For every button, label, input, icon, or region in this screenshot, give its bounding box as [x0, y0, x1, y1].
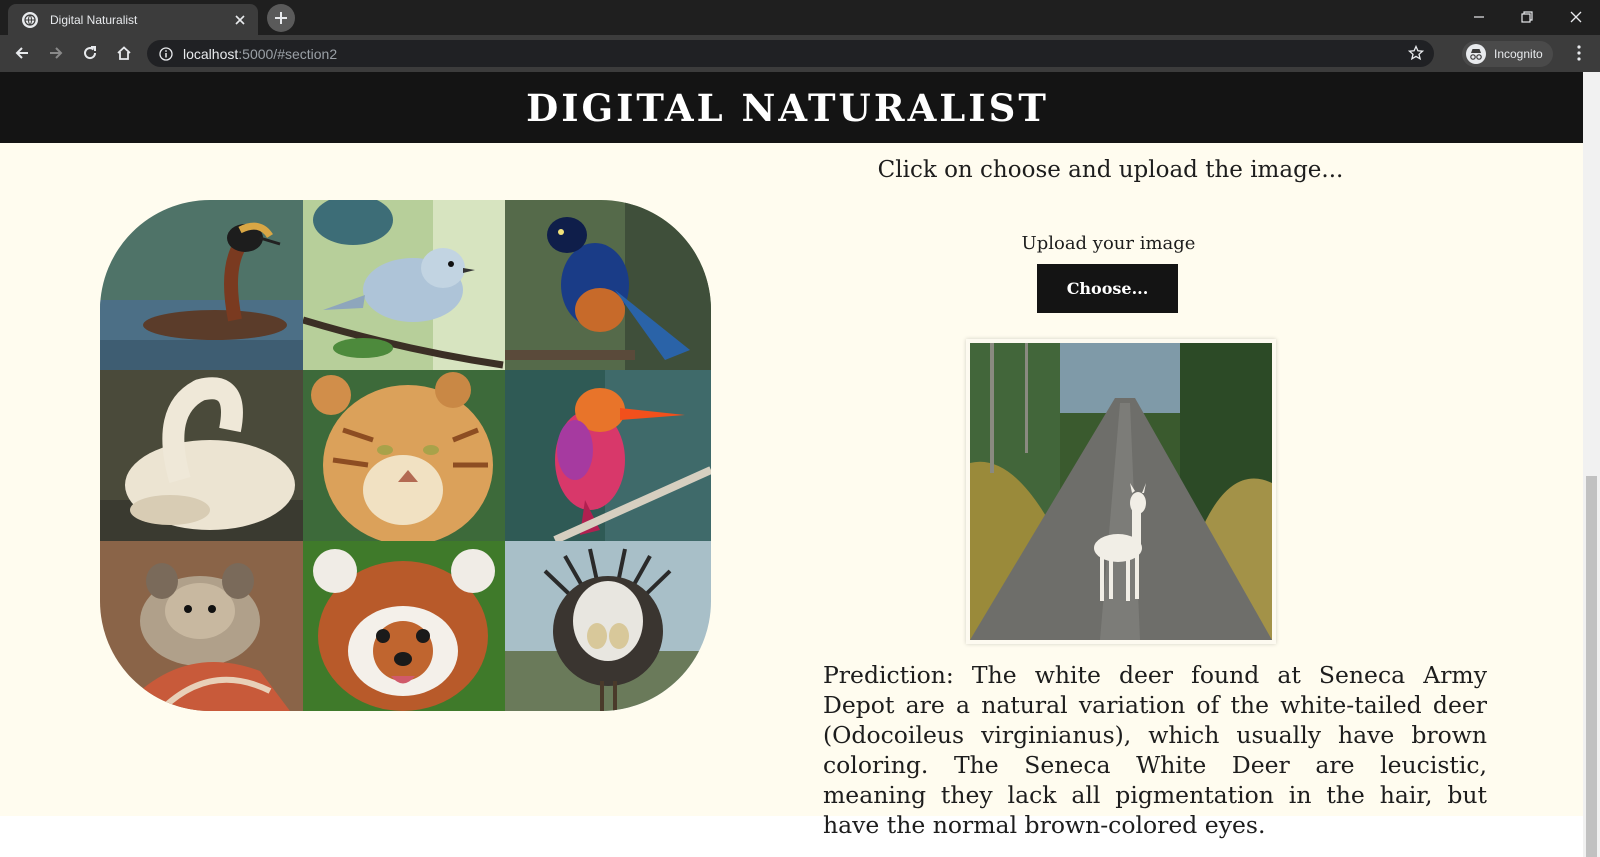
forward-arrow-icon[interactable]: [42, 39, 70, 67]
home-icon[interactable]: [110, 39, 138, 67]
browser-tab[interactable]: Digital Naturalist: [8, 4, 258, 35]
collage-sage-grouse-image: [505, 541, 711, 711]
uploaded-image-preview: [966, 339, 1276, 644]
species-collage: [100, 200, 711, 711]
plus-icon: [275, 12, 287, 24]
minimize-button[interactable]: [1456, 0, 1502, 33]
site-title: DIGITAL NATURALIST: [526, 85, 1049, 130]
collage-pika-image: [100, 541, 303, 711]
url-host: localhost: [183, 45, 239, 62]
upload-label: Upload your image: [1021, 233, 1196, 254]
url-path: :5000/#section2: [238, 45, 338, 62]
address-bar[interactable]: localhost:5000/#section2: [147, 40, 1434, 67]
profile-label: Incognito: [1494, 47, 1543, 61]
choose-file-button[interactable]: Choose...: [1037, 264, 1178, 313]
collage-golden-tiger-image: [303, 370, 505, 541]
collage-grebe-image: [100, 200, 303, 370]
back-arrow-icon[interactable]: [8, 39, 36, 67]
page-viewport: DIGITAL NATURALIST Click on choose and u…: [0, 72, 1583, 857]
collage-starling-image: [505, 200, 711, 370]
scrollbar-thumb[interactable]: [1586, 476, 1597, 857]
collage-swan-image: [100, 370, 303, 541]
collage-red-panda-image: [303, 541, 505, 711]
collage-blue-bird-image: [303, 200, 505, 370]
upload-section: Click on choose and upload the image... …: [0, 143, 1583, 839]
new-tab-button[interactable]: [267, 4, 295, 32]
more-menu-icon[interactable]: [1566, 39, 1592, 67]
close-window-button[interactable]: [1553, 0, 1599, 33]
browser-tab-strip: Digital Naturalist: [0, 0, 1600, 35]
prediction-text: Prediction: The white deer found at Sene…: [823, 661, 1487, 839]
restore-button[interactable]: [1504, 0, 1550, 33]
page-scrollbar[interactable]: [1583, 72, 1600, 857]
bookmark-star-icon[interactable]: [1407, 44, 1425, 65]
reload-icon[interactable]: [76, 39, 104, 67]
globe-icon: [22, 11, 38, 28]
browser-toolbar: localhost:5000/#section2 Incognito: [0, 35, 1600, 72]
tab-title: Digital Naturalist: [50, 12, 138, 27]
info-icon[interactable]: [159, 46, 173, 61]
upload-instructions: Click on choose and upload the image...: [877, 157, 1344, 183]
close-tab-icon[interactable]: [232, 12, 248, 28]
collage-kingfisher-image: [505, 370, 711, 541]
site-header: DIGITAL NATURALIST: [0, 72, 1583, 143]
incognito-icon: [1466, 44, 1486, 64]
incognito-profile-button[interactable]: Incognito: [1462, 41, 1553, 67]
